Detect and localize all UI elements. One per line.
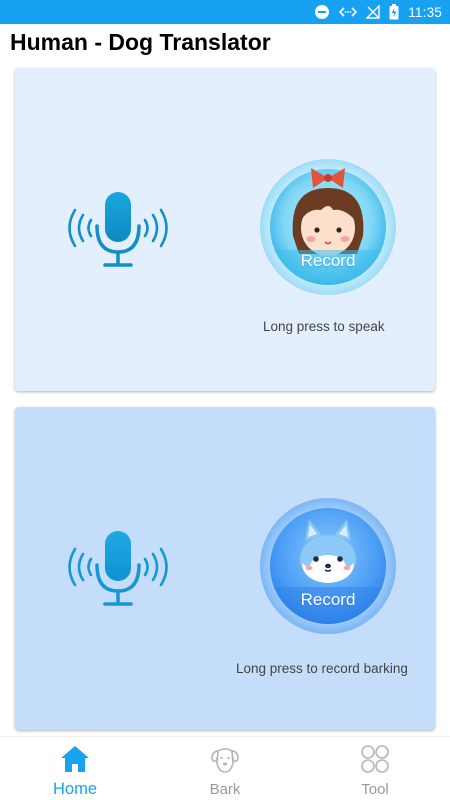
- dog-bark-card: Record Long press to record barking: [15, 407, 435, 730]
- dog-icon: [211, 748, 239, 773]
- human-record-label: Record: [300, 251, 356, 270]
- battery-charging-icon: [389, 4, 399, 20]
- dog-hint-text: Long press to record barking: [236, 661, 408, 676]
- home-icon: [61, 746, 89, 772]
- status-bar: 11:35: [0, 0, 450, 24]
- microphone-icon: [68, 192, 168, 267]
- grid-icon: [361, 745, 389, 773]
- nav-label-tool: Tool: [361, 781, 389, 798]
- dog-record-label: Record: [300, 590, 356, 609]
- dog-record-button[interactable]: Record: [259, 497, 397, 635]
- status-time: 11:35: [408, 4, 442, 20]
- human-hint-text: Long press to speak: [263, 319, 385, 334]
- microphone-icon: [68, 531, 168, 606]
- nav-item-bark[interactable]: Bark: [150, 737, 300, 800]
- nav-item-home[interactable]: Home: [0, 737, 150, 800]
- no-signal-icon: [366, 5, 380, 19]
- nav-item-tool[interactable]: Tool: [300, 737, 450, 800]
- human-speak-card: Record Long press to speak: [15, 68, 435, 391]
- nav-label-home: Home: [52, 780, 97, 798]
- bottom-navigation: Home Bark Tool: [0, 736, 450, 800]
- girl-face-icon: [260, 159, 396, 295]
- nav-label-bark: Bark: [209, 781, 241, 798]
- page-title: Human - Dog Translator: [10, 29, 271, 55]
- human-record-button[interactable]: Record: [259, 158, 397, 296]
- data-sync-icon: [339, 7, 358, 17]
- do-not-disturb-icon: [315, 5, 330, 19]
- dog-face-icon: [260, 498, 396, 634]
